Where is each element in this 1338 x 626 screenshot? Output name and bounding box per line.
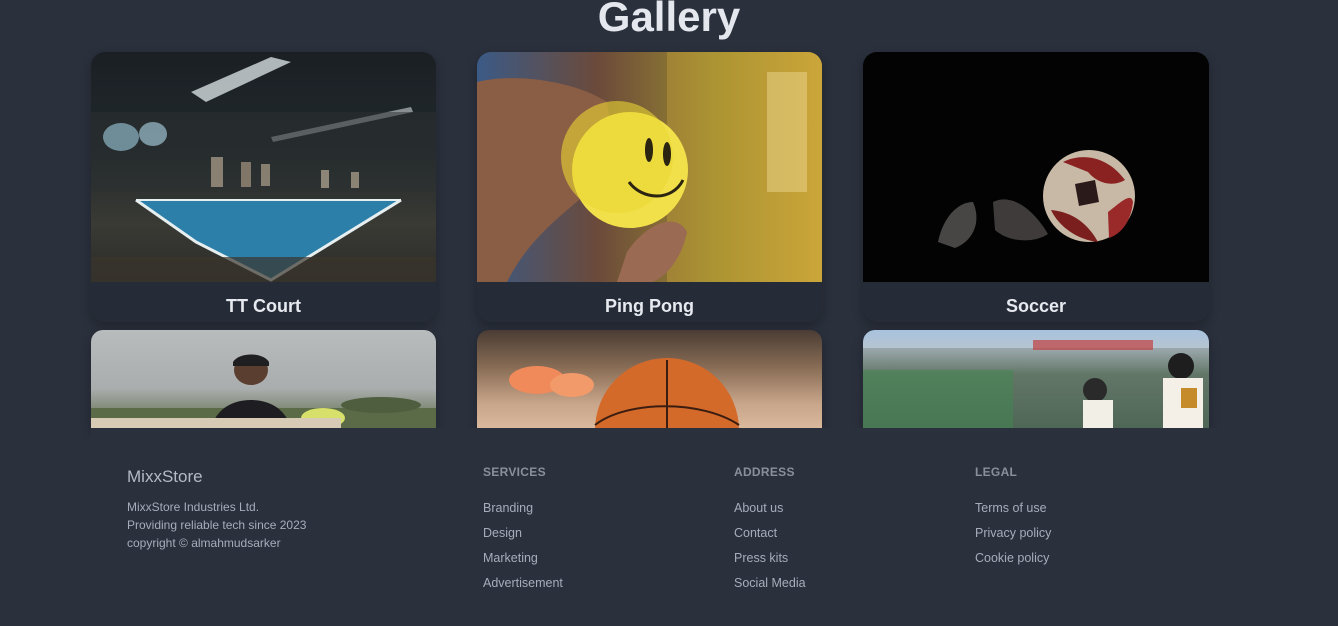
footer-link-about-us[interactable]: About us	[734, 496, 806, 521]
footer-link-marketing[interactable]: Marketing	[483, 546, 563, 571]
footer-link-design[interactable]: Design	[483, 521, 563, 546]
footer-link-advertisement[interactable]: Advertisement	[483, 571, 563, 596]
gallery-card-soccer[interactable]: Soccer	[863, 52, 1209, 322]
footer-column-title: SERVICES	[483, 465, 546, 479]
card-label: Soccer	[1005, 296, 1067, 316]
footer-column-services: SERVICES Branding Design Marketing Adver…	[483, 465, 563, 596]
footer-link-social-media[interactable]: Social Media	[734, 571, 806, 596]
footer-link-contact[interactable]: Contact	[734, 521, 806, 546]
footer-column-title: LEGAL	[975, 465, 1018, 479]
footer-info-line: MixxStore Industries Ltd.	[127, 500, 260, 514]
footer-column-legal: LEGAL Terms of use Privacy policy Cookie…	[975, 465, 1051, 571]
tt-court-image	[91, 52, 436, 282]
footer-column-title: ADDRESS	[734, 465, 795, 479]
footer-link-cookie-policy[interactable]: Cookie policy	[975, 546, 1051, 571]
footer-brand: MixxStore	[127, 467, 203, 486]
ping-pong-image	[477, 52, 822, 282]
soccer-image	[863, 52, 1209, 282]
footer-link-privacy-policy[interactable]: Privacy policy	[975, 521, 1051, 546]
footer-info-line: copyright © almahmudsarker	[127, 536, 281, 550]
footer-company-info: MixxStore Industries Ltd. Providing reli…	[127, 498, 306, 552]
gallery-card-tt-court[interactable]: TT Court	[91, 52, 436, 322]
gallery-card-ping-pong[interactable]: Ping Pong	[477, 52, 822, 322]
footer-info-line: Providing reliable tech since 2023	[127, 518, 307, 532]
footer: MixxStore MixxStore Industries Ltd. Prov…	[91, 428, 1338, 626]
football-image	[863, 330, 1209, 428]
page-title: Gallery	[597, 0, 741, 40]
gallery-card-football[interactable]	[863, 330, 1209, 428]
gallery-card-cricket[interactable]	[91, 330, 436, 428]
card-label: TT Court	[226, 296, 301, 316]
footer-link-terms-of-use[interactable]: Terms of use	[975, 496, 1051, 521]
card-label: Ping Pong	[605, 296, 694, 316]
footer-link-press-kits[interactable]: Press kits	[734, 546, 806, 571]
cricket-image	[91, 330, 436, 428]
basketball-image	[477, 330, 822, 428]
gallery-card-basketball[interactable]	[477, 330, 822, 428]
footer-link-branding[interactable]: Branding	[483, 496, 563, 521]
footer-column-address: ADDRESS About us Contact Press kits Soci…	[734, 465, 806, 596]
